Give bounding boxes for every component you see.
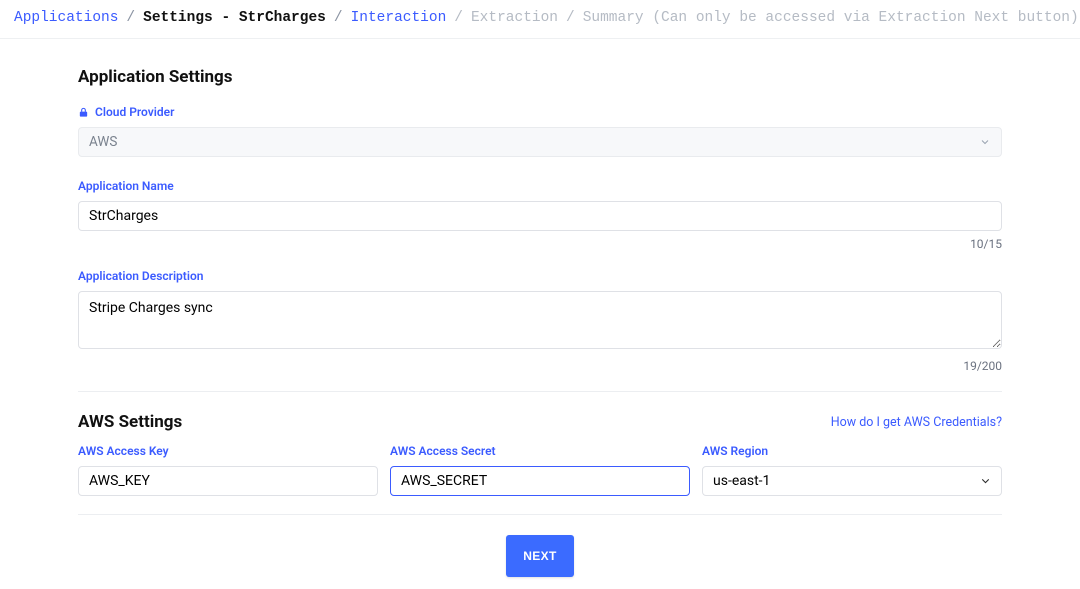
- aws-credentials-help-link[interactable]: How do I get AWS Credentials?: [831, 415, 1002, 430]
- divider: [78, 514, 1002, 515]
- application-description-label: Application Description: [78, 269, 1002, 283]
- cloud-provider-label-text: Cloud Provider: [95, 105, 174, 119]
- lock-icon: [78, 107, 89, 118]
- aws-region-select[interactable]: us-east-1: [702, 466, 1002, 496]
- breadcrumb-settings: Settings - StrCharges: [143, 10, 326, 26]
- cloud-provider-label: Cloud Provider: [78, 105, 1002, 119]
- aws-region-label: AWS Region: [702, 444, 1002, 458]
- page-content: Application Settings Cloud Provider AWS …: [78, 39, 1002, 577]
- application-description-counter: 19/200: [78, 359, 1002, 373]
- next-button[interactable]: NEXT: [506, 535, 574, 577]
- chevron-down-icon: [979, 136, 991, 148]
- cloud-provider-select: AWS: [78, 127, 1002, 157]
- breadcrumb-interaction[interactable]: Interaction: [351, 10, 447, 26]
- application-name-counter: 10/15: [78, 237, 1002, 251]
- aws-access-key-label: AWS Access Key: [78, 444, 378, 458]
- divider: [78, 391, 1002, 392]
- breadcrumb: Applications / Settings - StrCharges / I…: [0, 0, 1080, 39]
- aws-access-key-input[interactable]: [78, 466, 378, 496]
- application-description-input[interactable]: Stripe Charges sync: [78, 291, 1002, 349]
- cloud-provider-value: AWS: [89, 134, 117, 150]
- breadcrumb-separator: /: [454, 10, 463, 26]
- application-name-label: Application Name: [78, 179, 1002, 193]
- application-name-input[interactable]: [78, 201, 1002, 231]
- breadcrumb-summary: Summary (Can only be accessed via Extrac…: [583, 10, 1079, 26]
- breadcrumb-separator: /: [126, 10, 135, 26]
- breadcrumb-separator: /: [566, 10, 575, 26]
- application-settings-title: Application Settings: [78, 67, 1002, 87]
- aws-access-secret-label: AWS Access Secret: [390, 444, 690, 458]
- aws-access-secret-input[interactable]: [390, 466, 690, 496]
- breadcrumb-applications[interactable]: Applications: [14, 10, 118, 26]
- breadcrumb-separator: /: [334, 10, 343, 26]
- breadcrumb-extraction: Extraction: [471, 10, 558, 26]
- aws-settings-title: AWS Settings: [78, 412, 182, 432]
